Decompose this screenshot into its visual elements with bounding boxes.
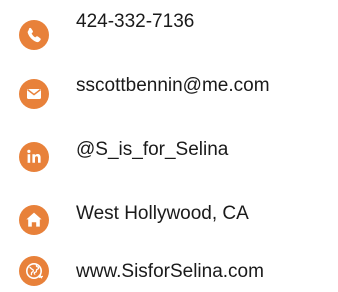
contact-row-email: sscottbennin@me.com — [0, 68, 338, 109]
phone-icon — [19, 20, 49, 50]
contact-row-phone: 424-332-7136 — [0, 4, 338, 50]
phone-number[interactable]: 424-332-7136 — [76, 10, 194, 34]
email-address[interactable]: sscottbennin@me.com — [76, 74, 270, 98]
linkedin-icon — [19, 142, 49, 172]
location-text: West Hollywood, CA — [76, 203, 249, 224]
contact-row-linkedin: @S_is_for_Selina — [0, 132, 338, 172]
linkedin-handle[interactable]: @S_is_for_Selina — [76, 138, 228, 162]
website-link[interactable]: www.SisforSelina.com — [76, 260, 264, 284]
home-icon — [19, 205, 49, 235]
mail-icon — [19, 79, 49, 109]
contact-row-website: www.SisforSelina.com — [0, 252, 338, 292]
contact-list: 424-332-7136 sscottbennin@me.com @S_is_f… — [0, 0, 338, 286]
contact-row-location: West Hollywood, CA — [0, 196, 338, 236]
